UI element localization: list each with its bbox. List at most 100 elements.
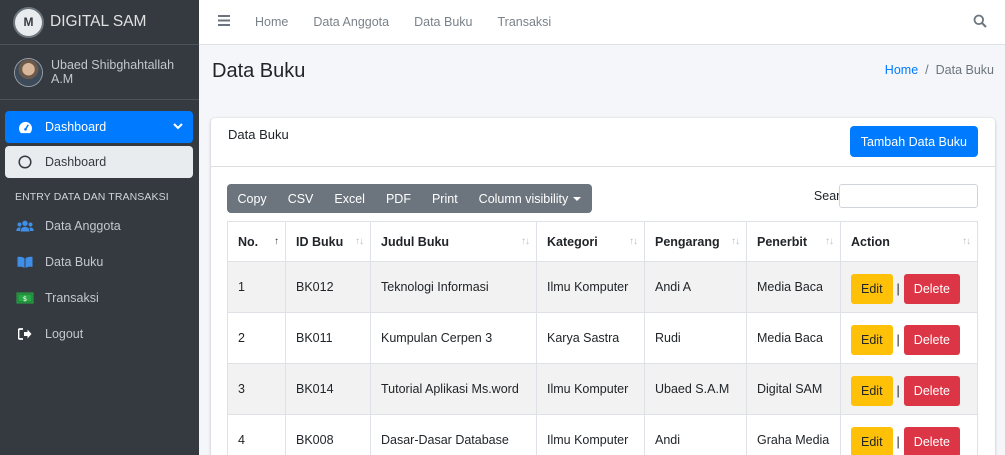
column-header-label: ID Buku xyxy=(296,234,344,249)
column-header-pengarang[interactable]: Pengarang ↑↓ xyxy=(644,221,747,262)
cell-id-buku: BK008 xyxy=(285,414,371,455)
breadcrumb-current: Data Buku xyxy=(935,63,994,77)
cell-no: 1 xyxy=(227,261,286,313)
sort-asc-icon: ↑ xyxy=(274,236,279,247)
action-separator: | xyxy=(896,282,900,296)
column-visibility-label: Column visibility xyxy=(478,191,569,206)
edit-button[interactable]: Edit xyxy=(851,325,893,355)
delete-button[interactable]: Delete xyxy=(903,427,960,455)
sort-icon: ↑↓ xyxy=(962,236,971,247)
brand-name: DIGITAL SAM xyxy=(50,13,147,30)
action-separator: | xyxy=(896,384,900,398)
users-icon xyxy=(15,220,35,232)
brand-logo-icon: M xyxy=(15,8,42,36)
cell-no: 3 xyxy=(227,363,286,415)
table-row: 4 BK008 Dasar-Dasar Database Ilmu Komput… xyxy=(227,414,978,455)
sidebar-subitem-dashboard[interactable]: Dashboard xyxy=(5,146,193,178)
sidebar-item-logout[interactable]: Logout xyxy=(5,317,193,351)
cell-action: Edit | Delete xyxy=(840,414,978,455)
column-header-penerbit[interactable]: Penerbit ↑↓ xyxy=(746,221,841,262)
delete-button[interactable]: Delete xyxy=(903,376,960,406)
cell-id-buku: BK011 xyxy=(285,312,371,364)
cell-penerbit: Digital SAM xyxy=(746,363,841,415)
sidebar-item-label: Logout xyxy=(45,327,84,341)
user-name: Ubaed Shibghahtallah A.M xyxy=(51,58,175,86)
copy-button[interactable]: Copy xyxy=(227,184,277,213)
hamburger-menu-icon[interactable] xyxy=(218,13,230,31)
table-row: 2 BK011 Kumpulan Cerpen 3 Karya Sastra R… xyxy=(227,312,978,364)
sidebar-item-label: Data Buku xyxy=(45,255,104,269)
column-header-judul-buku[interactable]: Judul Buku ↑↓ xyxy=(370,221,537,262)
sort-icon: ↑↓ xyxy=(731,236,740,247)
table-row: 1 BK012 Teknologi Informasi Ilmu Kompute… xyxy=(227,261,978,313)
sign-out-icon xyxy=(15,328,35,340)
sidebar: M DIGITAL SAM Ubaed Shibghahtallah A.M D… xyxy=(0,0,199,455)
sort-icon: ↑↓ xyxy=(629,236,638,247)
navbar-link-home[interactable]: Home xyxy=(255,15,288,29)
navbar-link-transaksi[interactable]: Transaksi xyxy=(497,15,551,29)
cell-no: 2 xyxy=(227,312,286,364)
sidebar-item-label: Dashboard xyxy=(45,155,107,169)
sidebar-item-data-anggota[interactable]: Data Anggota xyxy=(5,209,193,243)
breadcrumb-home-link[interactable]: Home xyxy=(885,63,918,77)
sidebar-nav: Dashboard Dashboard ENTRY DATA DAN TRANS… xyxy=(0,100,199,351)
search-input[interactable] xyxy=(839,184,978,208)
column-header-label: No. xyxy=(238,234,259,249)
sidebar-item-dashboard[interactable]: Dashboard xyxy=(5,111,193,143)
edit-button[interactable]: Edit xyxy=(851,376,893,406)
column-header-label: Action xyxy=(851,234,890,249)
navbar-link-data-anggota[interactable]: Data Anggota xyxy=(313,15,389,29)
cell-penerbit: Media Baca xyxy=(746,312,841,364)
avatar xyxy=(15,58,42,86)
edit-button[interactable]: Edit xyxy=(851,427,893,455)
column-header-action[interactable]: Action ↑↓ xyxy=(840,221,978,262)
cell-penerbit: Graha Media xyxy=(746,414,841,455)
column-header-label: Pengarang xyxy=(655,234,720,249)
pdf-button[interactable]: PDF xyxy=(375,184,421,213)
sidebar-item-data-buku[interactable]: Data Buku xyxy=(5,245,193,279)
book-icon xyxy=(15,256,35,268)
edit-button[interactable]: Edit xyxy=(851,274,893,304)
cell-action: Edit | Delete xyxy=(840,261,978,313)
tachometer-icon xyxy=(15,121,35,134)
action-separator: | xyxy=(896,435,900,449)
export-button-group: Copy CSV Excel PDF Print Column visibili… xyxy=(227,184,592,213)
action-separator: | xyxy=(896,333,900,347)
column-header-label: Kategori xyxy=(547,234,598,249)
column-visibility-button[interactable]: Column visibility xyxy=(468,184,592,213)
cell-judul-buku: Tutorial Aplikasi Ms.word xyxy=(370,363,537,415)
breadcrumb: Home / Data Buku xyxy=(885,63,994,77)
card-title: Data Buku xyxy=(228,127,289,142)
csv-button[interactable]: CSV xyxy=(277,184,324,213)
column-header-no[interactable]: No. ↑ xyxy=(227,221,286,262)
column-header-label: Judul Buku xyxy=(381,234,450,249)
delete-button[interactable]: Delete xyxy=(903,274,960,304)
column-header-kategori[interactable]: Kategori ↑↓ xyxy=(536,221,645,262)
print-button[interactable]: Print xyxy=(421,184,468,213)
user-panel[interactable]: Ubaed Shibghahtallah A.M xyxy=(0,45,199,100)
sidebar-section-header: ENTRY DATA DAN TRANSAKSI xyxy=(15,191,169,203)
cell-no: 4 xyxy=(227,414,286,455)
card-header: Data Buku Tambah Data Buku xyxy=(211,118,995,167)
table-header-row: No. ↑ ID Buku ↑↓ Judul Buku ↑↓ Kategori ↑↓ P… xyxy=(227,221,978,262)
delete-button[interactable]: Delete xyxy=(903,325,960,355)
column-header-id-buku[interactable]: ID Buku ↑↓ xyxy=(285,221,371,262)
add-book-button[interactable]: Tambah Data Buku xyxy=(849,126,978,157)
svg-text:$: $ xyxy=(23,295,27,303)
navbar-link-data-buku[interactable]: Data Buku xyxy=(414,15,472,29)
sort-icon: ↑↓ xyxy=(521,236,530,247)
search-icon[interactable] xyxy=(973,14,987,28)
cell-pengarang: Rudi xyxy=(644,312,747,364)
excel-button[interactable]: Excel xyxy=(324,184,376,213)
cell-id-buku: BK014 xyxy=(285,363,371,415)
sidebar-item-transaksi[interactable]: $ Transaksi xyxy=(5,281,193,315)
books-table: No. ↑ ID Buku ↑↓ Judul Buku ↑↓ Kategori ↑↓ P… xyxy=(227,221,978,455)
sidebar-item-label: Dashboard xyxy=(45,120,107,134)
chevron-down-icon xyxy=(173,122,183,133)
brand-link[interactable]: M DIGITAL SAM xyxy=(0,0,199,45)
cell-judul-buku: Kumpulan Cerpen 3 xyxy=(370,312,537,364)
sort-icon: ↑↓ xyxy=(825,236,834,247)
data-buku-card: Data Buku Tambah Data Buku Copy CSV Exce… xyxy=(211,118,995,455)
sidebar-item-label: Transaksi xyxy=(45,291,99,305)
cell-penerbit: Media Baca xyxy=(746,261,841,313)
